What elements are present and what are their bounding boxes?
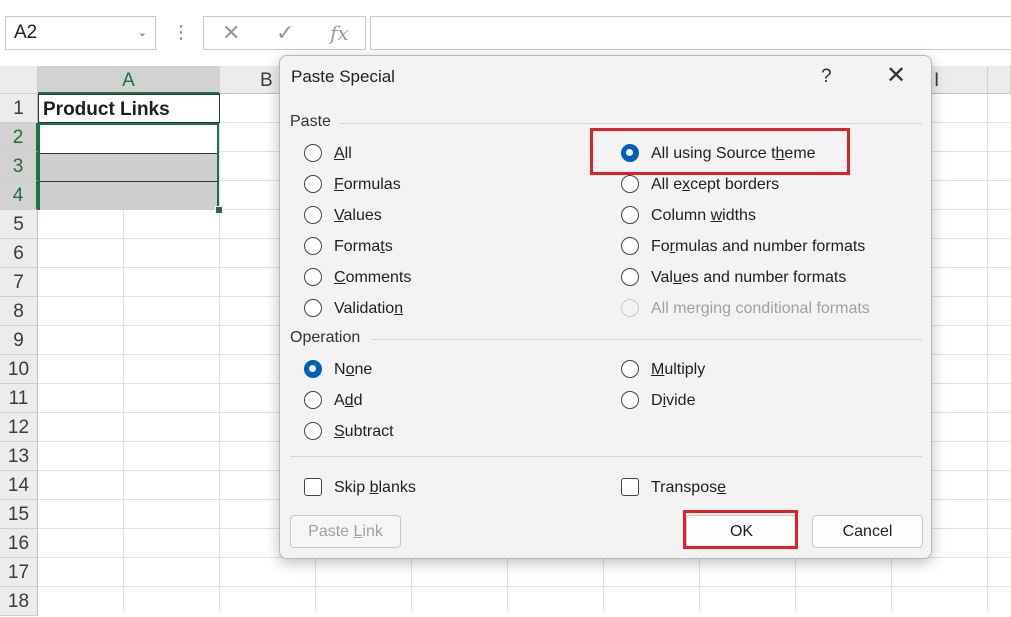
radio-label: Divide [651,392,696,409]
row-header-2[interactable]: 2 [0,123,38,152]
radio-label: Formulas and number formats [651,238,866,255]
row-header-13[interactable]: 13 [0,442,38,471]
radio-button-icon[interactable] [304,299,322,317]
formula-input[interactable] [370,16,1011,50]
column-header-a[interactable]: A [38,66,220,94]
radio-label: All merging conditional formats [651,300,870,317]
row-header-10[interactable]: 10 [0,355,38,384]
radio-label: All using Source theme [651,145,816,162]
fill-handle[interactable] [215,206,223,214]
radio-button-icon[interactable] [621,175,639,193]
row-header-8[interactable]: 8 [0,297,38,326]
radio-button-icon[interactable] [621,360,639,378]
row-header-11[interactable]: 11 [0,384,38,413]
operation-divider [372,339,922,340]
paste-group-label: Paste [290,113,331,130]
skip-blanks-label: Skip blanks [334,479,416,496]
dialog-title: Paste Special [291,67,395,86]
row-header-6[interactable]: 6 [0,239,38,268]
name-box-value: A2 [14,22,38,43]
row-header-12[interactable]: 12 [0,413,38,442]
select-all-corner[interactable] [0,66,38,94]
more-options-icon[interactable]: ⋮ [172,22,190,42]
row-header-16[interactable]: 16 [0,529,38,558]
radio-label: Add [334,392,363,409]
cell-a4[interactable] [40,181,217,210]
selected-range-a2-a4[interactable] [38,123,219,210]
radio-button-icon[interactable] [621,391,639,409]
confirm-entry-icon[interactable]: ✓ [276,21,294,45]
radio-button-icon[interactable] [304,206,322,224]
row-header-3[interactable]: 3 [0,152,38,181]
help-icon[interactable]: ? [821,66,832,88]
radio-button-icon[interactable] [304,237,322,255]
radio-label: All [334,145,352,162]
row-header-14[interactable]: 14 [0,471,38,500]
row-header-5[interactable]: 5 [0,210,38,239]
cell-a3[interactable] [40,153,217,181]
row-header-1[interactable]: 1 [0,94,38,123]
radio-label: Formats [334,238,393,255]
paste-divider [340,123,922,124]
cancel-entry-icon[interactable]: ✕ [222,21,240,45]
radio-label: Subtract [334,423,394,440]
radio-button-icon[interactable] [304,360,322,378]
paste-link-button[interactable]: Paste Link [290,515,401,548]
row-header-17[interactable]: 17 [0,558,38,587]
cell-a1[interactable]: Product Links [38,94,220,123]
name-box[interactable]: A2 ⌄ [5,16,156,50]
radio-button-icon[interactable] [621,237,639,255]
radio-button-icon[interactable] [304,144,322,162]
operation-group-label: Operation [290,329,361,346]
cancel-button[interactable]: Cancel [812,515,923,548]
radio-label: Multiply [651,361,706,378]
row-header-9[interactable]: 9 [0,326,38,355]
radio-button-icon[interactable] [304,391,322,409]
row-header-15[interactable]: 15 [0,500,38,529]
radio-button-icon[interactable] [304,268,322,286]
checkbox-box[interactable] [304,478,322,496]
radio-label: Values [334,207,382,224]
radio-label: Column widths [651,207,756,224]
radio-button-icon[interactable] [621,144,639,162]
insert-function-icon[interactable]: fx [330,21,349,45]
radio-label: Formulas [334,176,401,193]
paste-special-dialog: Paste Special ? ✕ Paste All Formulas Value… [279,55,932,559]
ok-button[interactable]: OK [686,515,797,548]
radio-label: Comments [334,269,412,286]
radio-label: Validation [334,300,404,317]
transpose-label: Transpose [651,479,727,496]
chevron-down-icon[interactable]: ⌄ [138,17,147,49]
radio-button-icon [621,299,639,317]
radio-button-icon[interactable] [304,422,322,440]
row-header-4[interactable]: 4 [0,181,38,210]
checkbox-box[interactable] [621,478,639,496]
radio-label: Values and number formats [651,269,847,286]
radio-button-icon[interactable] [621,268,639,286]
radio-button-icon[interactable] [621,206,639,224]
formula-actions: ✕ ✓ fx [203,16,366,50]
row-header-7[interactable]: 7 [0,268,38,297]
bottom-divider [290,456,922,457]
radio-button-icon[interactable] [304,175,322,193]
close-icon[interactable]: ✕ [886,63,906,89]
radio-label: All except borders [651,176,780,193]
radio-label: None [334,361,373,378]
